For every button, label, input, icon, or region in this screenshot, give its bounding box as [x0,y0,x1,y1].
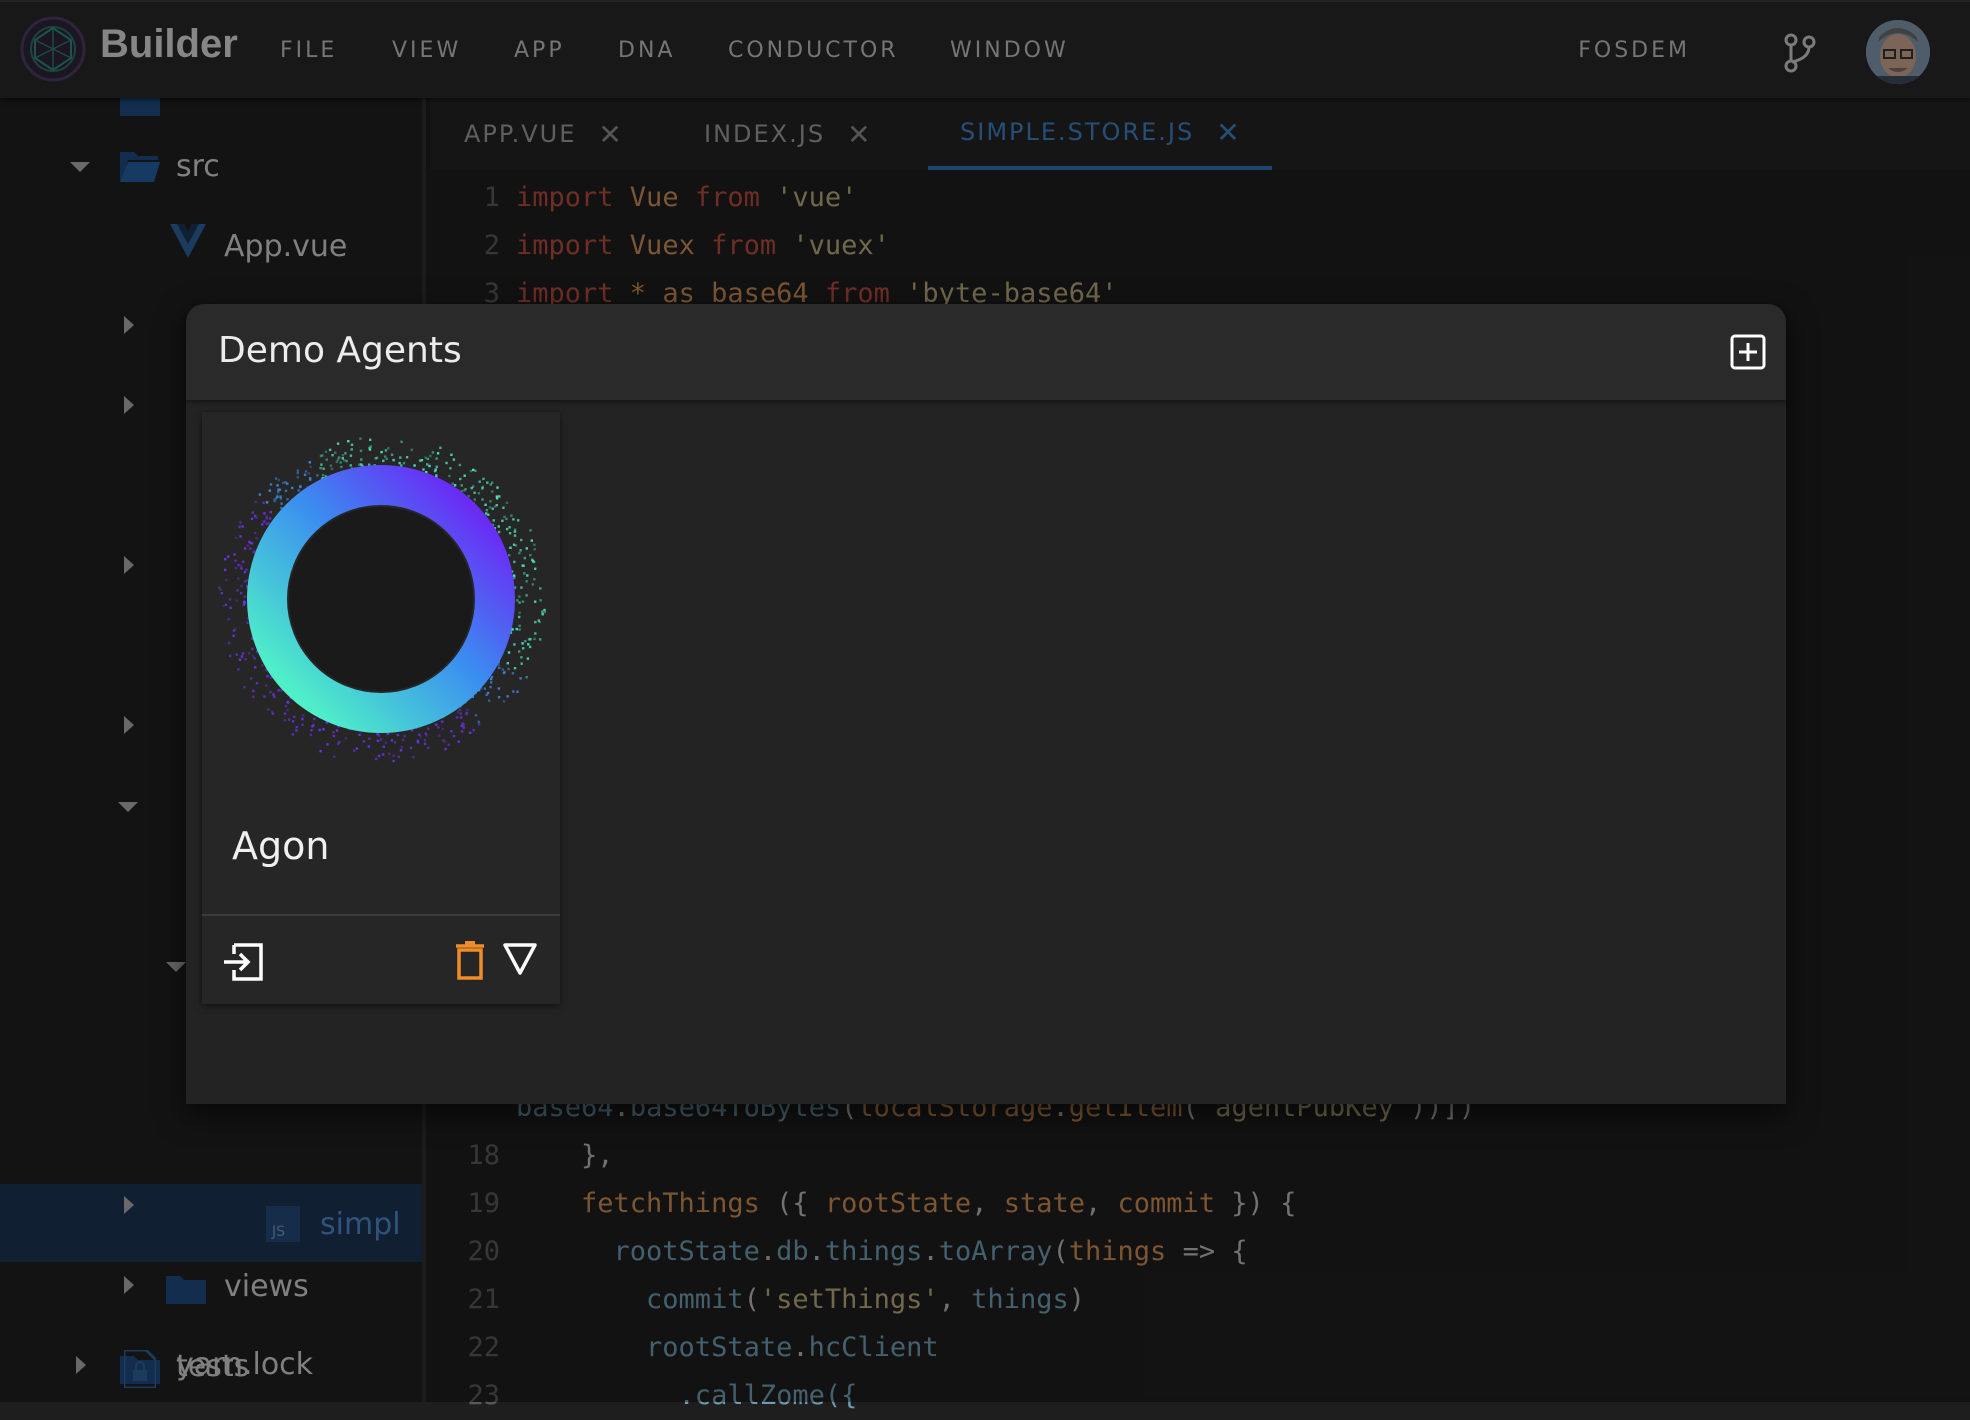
agent-name: Agon [232,824,330,868]
dialog-title: Demo Agents [218,330,462,371]
demo-agents-dialog: Demo Agents Agon [186,304,1786,1104]
login-icon[interactable] [222,942,264,982]
dialog-header: Demo Agents [186,304,1786,400]
expand-triangle-icon[interactable] [502,942,538,976]
trash-icon[interactable] [454,940,486,980]
add-box-icon[interactable] [1730,334,1766,370]
agent-avatar [218,437,546,763]
agent-card[interactable]: Agon [202,412,560,1004]
divider [202,914,560,916]
